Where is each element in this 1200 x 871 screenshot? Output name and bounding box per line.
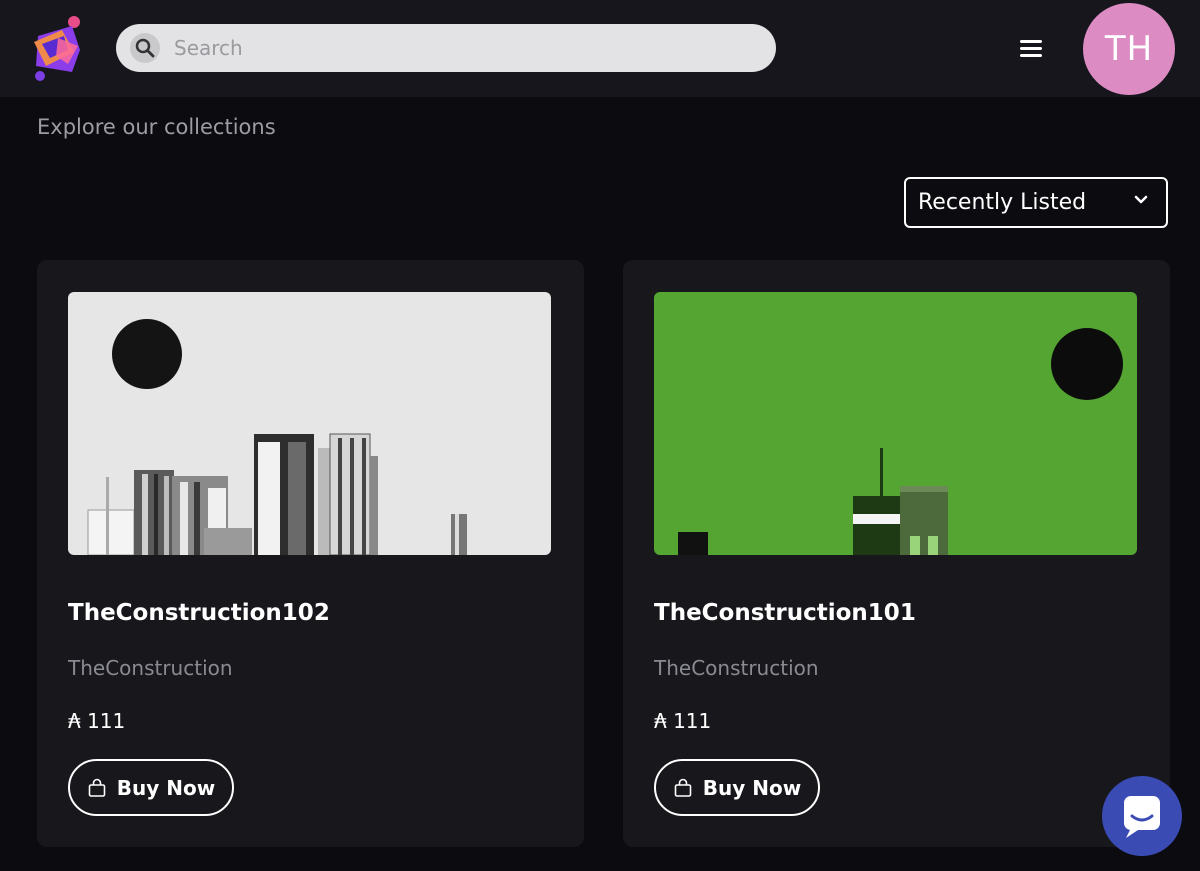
- buy-now-button[interactable]: Buy Now: [68, 759, 234, 816]
- search-icon[interactable]: [130, 33, 160, 63]
- shopping-bag-icon: [88, 778, 106, 797]
- chevron-down-icon: [1134, 195, 1148, 204]
- nft-card[interactable]: TheConstruction102 TheConstruction ₳ 111…: [37, 260, 584, 847]
- app-logo[interactable]: [28, 16, 86, 82]
- nft-title[interactable]: TheConstruction101: [654, 600, 916, 626]
- nft-image[interactable]: [68, 292, 551, 555]
- nft-image[interactable]: [654, 292, 1137, 555]
- nft-collection-name[interactable]: TheConstruction: [654, 656, 819, 680]
- chat-launcher-button[interactable]: [1102, 776, 1182, 856]
- nft-collection-name[interactable]: TheConstruction: [68, 656, 233, 680]
- buy-now-label: Buy Now: [702, 775, 802, 800]
- shopping-bag-icon: [674, 778, 692, 797]
- search-input[interactable]: [174, 24, 764, 72]
- sort-dropdown-label: Recently Listed: [918, 190, 1087, 215]
- chat-icon: [1124, 796, 1160, 838]
- nft-title[interactable]: TheConstruction102: [68, 600, 330, 626]
- nft-card[interactable]: TheConstruction101 TheConstruction ₳ 111…: [623, 260, 1170, 847]
- buy-now-button[interactable]: Buy Now: [654, 759, 820, 816]
- page-subtitle: Explore our collections: [37, 115, 276, 139]
- nft-price: ₳ 111: [68, 709, 126, 733]
- search-bar: [116, 24, 776, 72]
- top-nav-bar: TH: [0, 0, 1200, 97]
- buy-now-label: Buy Now: [116, 775, 216, 800]
- hamburger-menu-icon[interactable]: [1020, 40, 1042, 58]
- nft-price: ₳ 111: [654, 709, 712, 733]
- sort-dropdown[interactable]: Recently Listed: [904, 177, 1168, 228]
- avatar[interactable]: TH: [1083, 3, 1175, 95]
